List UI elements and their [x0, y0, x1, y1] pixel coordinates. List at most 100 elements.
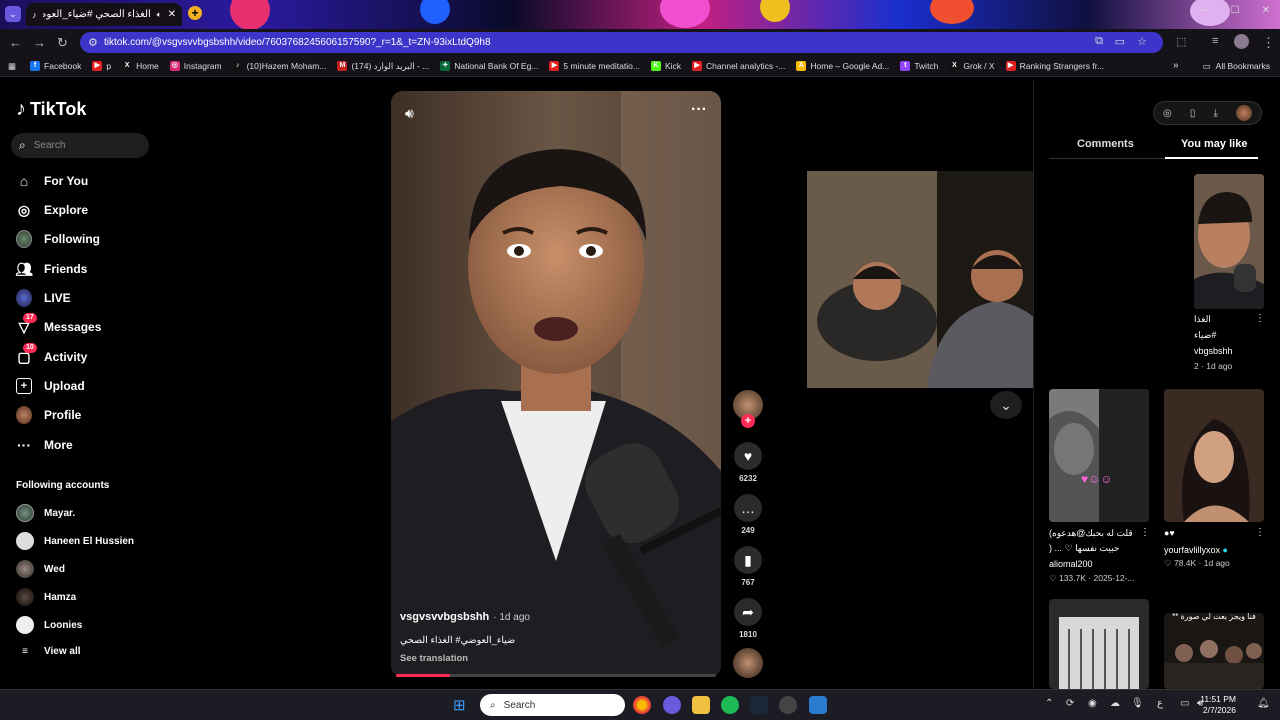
tray-cloud-icon[interactable]: ☁ — [1110, 698, 1120, 709]
site-info-icon[interactable]: ⚙ — [88, 36, 98, 49]
media-icon[interactable]: ≡ — [1212, 35, 1218, 47]
save-button[interactable]: ▮ 767 — [733, 546, 763, 587]
nav-activity[interactable]: ▢ 10 Activity — [16, 343, 87, 365]
more-bookmarks-icon[interactable]: » — [1173, 60, 1179, 71]
maximize-icon[interactable]: ☐ — [1231, 5, 1240, 16]
see-translation-link[interactable]: See translation — [400, 653, 468, 664]
following-account[interactable]: Mayar. — [16, 504, 75, 522]
card-options-icon[interactable]: ⋮ — [1255, 527, 1265, 538]
recommended-video-card[interactable] — [1049, 599, 1149, 689]
nav-upload[interactable]: + Upload — [16, 378, 85, 394]
url-omnibox[interactable]: ⚙ tiktok.com/@vsgvsvvbgsbshh/video/76037… — [80, 32, 1163, 53]
new-tab-button[interactable]: + — [188, 6, 202, 20]
forward-icon[interactable]: → — [33, 35, 46, 50]
taskbar-clock[interactable]: 11:51 PM 2/7/2026 — [1200, 694, 1236, 716]
recommended-video-card[interactable] — [1164, 613, 1264, 689]
bookmark-star-icon[interactable]: ☆ — [1137, 35, 1147, 48]
card-options-icon[interactable]: ⋮ — [1140, 527, 1150, 538]
microphone-icon[interactable]: 🎙︎ — [1131, 698, 1144, 709]
taskbar-search-input[interactable]: ⌕ Search — [480, 694, 625, 716]
bookmark-item[interactable]: t Twitch — [900, 61, 938, 71]
recommended-video-card[interactable]: ♥☺☺ — [1049, 389, 1149, 522]
bookmark-item[interactable]: ✦ National Bank Of Eg... — [440, 61, 538, 71]
video-progress-bar[interactable] — [396, 674, 716, 677]
photos-icon[interactable] — [809, 696, 827, 714]
nav-messages[interactable]: ▽ 17 Messages — [16, 313, 101, 335]
bookmark-item[interactable]: ♪ (10)Hazem Moham... — [232, 61, 326, 71]
following-account[interactable]: Haneen El Hussien — [16, 532, 134, 550]
apps-grid-icon[interactable]: ▦ — [8, 61, 16, 72]
bookmark-item[interactable]: A Home – Google Ad... — [796, 61, 889, 71]
bookmark-item[interactable]: ▶ p — [92, 61, 111, 71]
tray-overflow-icon[interactable]: ⌃ — [1045, 698, 1053, 709]
nav-more[interactable]: ··· More — [16, 437, 73, 453]
phone-icon[interactable]: ▯ — [1190, 108, 1196, 119]
nav-friends[interactable]: 👥︎ Friends — [15, 261, 87, 277]
video-options-icon[interactable]: ··· — [691, 101, 707, 119]
nav-profile[interactable]: Profile — [16, 406, 81, 424]
network-icon[interactable]: ▭ — [1180, 698, 1189, 709]
nav-following[interactable]: Following — [16, 230, 100, 248]
browser-tab-active[interactable]: ♪ الغذاء الصحي #ضياء_العوضي 🔈︎ ✕ — [26, 3, 182, 26]
kebab-menu-icon[interactable]: ⋮ — [1262, 35, 1275, 51]
following-account[interactable]: Loonies — [16, 616, 82, 634]
tab-search-button[interactable]: ⌄ — [5, 6, 21, 22]
following-account[interactable]: Hamza — [16, 588, 76, 606]
spotify-icon[interactable] — [721, 696, 739, 714]
chrome-icon[interactable] — [633, 696, 651, 714]
nav-live[interactable]: LIVE — [16, 289, 71, 307]
search-input[interactable]: ⌕ Search — [11, 133, 149, 158]
minimize-icon[interactable]: — — [1199, 5, 1209, 16]
language-indicator[interactable]: ع — [1157, 698, 1163, 709]
tab-you-may-like[interactable]: You may like — [1181, 138, 1247, 150]
tray-app-icon[interactable]: ⟳ — [1066, 698, 1074, 709]
collapse-chevron-icon[interactable]: ⌄ — [990, 391, 1022, 419]
tray-discord-icon[interactable]: ◉ — [1088, 698, 1097, 709]
comment-button[interactable]: … 249 — [733, 494, 763, 535]
bookmark-item[interactable]: M (174) البريد الوارد - ... — [337, 61, 429, 72]
share-button[interactable]: ➦ 1810 — [733, 598, 763, 639]
creator-avatar-button[interactable]: + — [733, 390, 763, 428]
recommended-video-card[interactable] — [1194, 174, 1264, 309]
tab-close-icon[interactable]: ✕ — [168, 9, 176, 20]
bookmark-item[interactable]: ◎ Instagram — [169, 61, 222, 71]
follow-plus-icon[interactable]: + — [741, 414, 755, 428]
discord-icon[interactable] — [663, 696, 681, 714]
card-username[interactable]: aliomal200 — [1049, 559, 1093, 569]
bookmark-item[interactable]: K Kick — [650, 61, 681, 71]
recommended-video-card[interactable] — [1164, 389, 1264, 522]
reload-icon[interactable]: ↻ — [57, 35, 68, 51]
windows-start-icon[interactable]: ⊞ — [453, 696, 466, 714]
file-explorer-icon[interactable] — [692, 696, 710, 714]
bookmark-item[interactable]: X Home — [122, 61, 159, 71]
following-account[interactable]: Wed — [16, 560, 65, 578]
all-bookmarks-button[interactable]: ▭ All Bookmarks — [1203, 61, 1270, 72]
notifications-icon[interactable]: 🔔︎ — [1257, 698, 1270, 709]
video-username[interactable]: vsgvsvvbgsbshh — [400, 611, 489, 623]
bookmark-item[interactable]: f Facebook — [30, 61, 81, 71]
bookmark-item[interactable]: X Grok / X — [949, 61, 995, 71]
back-icon[interactable]: ← — [9, 35, 22, 50]
card-username[interactable]: vbgsbshh — [1194, 346, 1264, 356]
nav-for-you[interactable]: ⌂ For You — [16, 173, 88, 189]
app-icon[interactable] — [779, 696, 797, 714]
tab-comments[interactable]: Comments — [1077, 138, 1134, 150]
translate-icon[interactable]: ⧉ — [1095, 35, 1103, 48]
card-username-row[interactable]: yourfavlillyxox ● — [1164, 545, 1228, 555]
user-avatar[interactable] — [1235, 105, 1252, 121]
video-player[interactable]: 🔊︎ ··· vsgvsvvbgsbshh · 1d ago ضياء_العو… — [391, 91, 721, 677]
profile-avatar[interactable] — [1234, 34, 1249, 49]
tiktok-logo[interactable]: ♪ TikTok — [16, 98, 86, 121]
bookmark-item[interactable]: ▶ Ranking Strangers fr... — [1005, 61, 1104, 71]
volume-icon[interactable]: 🔊︎ — [405, 105, 414, 122]
bookmark-item[interactable]: ▶ Channel analytics -... — [692, 61, 785, 71]
close-window-icon[interactable]: ✕ — [1262, 5, 1270, 16]
sound-disc-button[interactable] — [733, 648, 763, 678]
view-all-link[interactable]: ≡ View all — [16, 646, 80, 657]
download-icon[interactable]: ⤓ — [1213, 108, 1217, 119]
card-options-icon[interactable]: ⋮ — [1255, 313, 1265, 324]
extensions-icon[interactable]: ⬚ — [1176, 35, 1186, 48]
bookmark-item[interactable]: ▶ 5 minute meditatio... — [549, 61, 640, 71]
steam-icon[interactable] — [750, 696, 768, 714]
cast-icon[interactable]: ▭ — [1115, 35, 1125, 48]
